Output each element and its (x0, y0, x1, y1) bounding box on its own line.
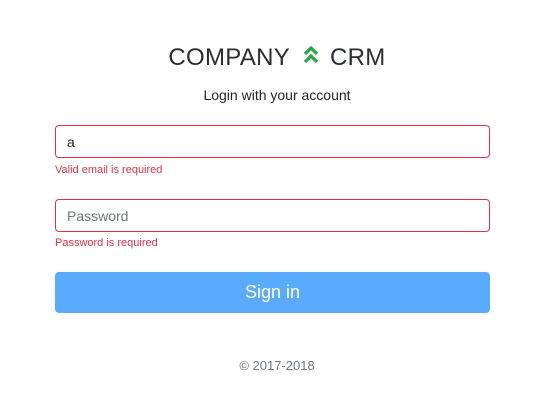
email-error-message: Valid email is required (55, 164, 163, 176)
password-error-message: Password is required (55, 237, 158, 249)
login-page: COMPANY CRM Login with your account Vali… (0, 0, 554, 413)
login-subtitle: Login with your account (203, 87, 351, 103)
password-field[interactable] (55, 199, 490, 232)
brand-logo: COMPANY CRM (0, 42, 554, 73)
email-field[interactable] (55, 125, 490, 158)
sign-in-button[interactable]: Sign in (55, 272, 490, 313)
brand-name-company: COMPANY (168, 43, 291, 71)
brand-name-crm: CRM (330, 43, 386, 71)
copyright-footer: © 2017-2018 (239, 358, 315, 373)
double-chevron-up-icon (303, 42, 319, 72)
